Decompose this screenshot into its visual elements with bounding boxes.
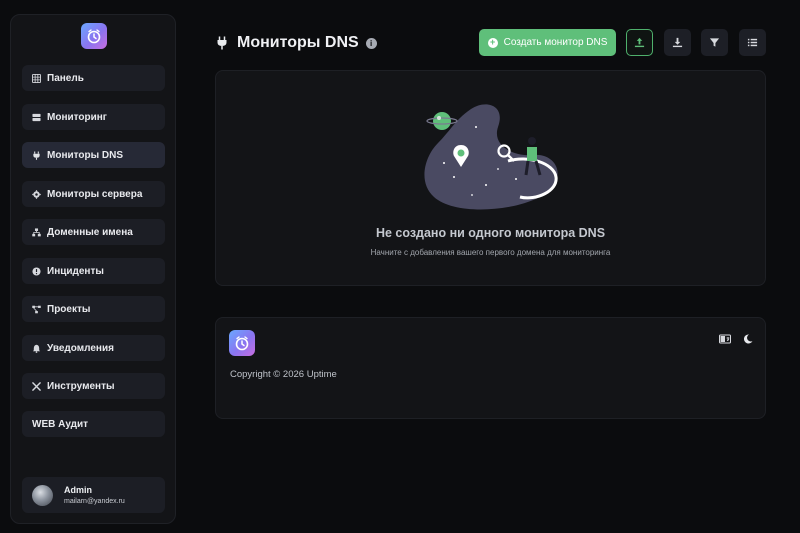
list-view-button[interactable] [739, 29, 766, 56]
sidebar-item-projects[interactable]: Проекты [22, 296, 165, 322]
clock-logo-icon [235, 336, 249, 351]
empty-state-panel: Не создано ни одного монитора DNS Начнит… [215, 70, 766, 286]
sidebar-item-label: Мониторы DNS [47, 149, 124, 161]
filter-icon [709, 38, 720, 47]
server-icon [32, 113, 41, 122]
sidebar-item-web-audit[interactable]: WEB Аудит [22, 411, 165, 437]
create-button-label: Создать монитор DNS [503, 37, 608, 48]
empty-state-illustration [424, 104, 558, 210]
plug-icon [32, 150, 41, 160]
user-name: Admin [64, 485, 92, 495]
sidebar-item-label: Мониторинг [47, 111, 107, 123]
sidebar-item-label: Доменные имена [47, 226, 133, 238]
empty-state-subtitle: Начните с добавления вашего первого доме… [370, 248, 611, 257]
plug-icon [217, 36, 227, 50]
sidebar-item-label: Мониторы сервера [47, 188, 143, 200]
sidebar-item-label: Инциденты [47, 265, 104, 277]
sidebar-item-notifications[interactable]: Уведомления [22, 335, 165, 361]
avatar [32, 484, 53, 506]
plus-circle-icon: + [487, 37, 498, 48]
filter-button[interactable] [701, 29, 728, 56]
bell-icon [32, 344, 41, 353]
sitemap-icon [32, 227, 41, 237]
sidebar-item-label: Уведомления [47, 342, 114, 354]
sidebar-item-dashboard[interactable]: Панель [22, 65, 165, 91]
sidebar-item-label: Инструменты [47, 380, 115, 392]
download-icon [672, 37, 683, 48]
list-icon [747, 38, 758, 47]
footer: Copyright © 2026 Uptime [215, 317, 766, 419]
sidebar-item-label: Проекты [47, 303, 91, 315]
create-dns-monitor-button[interactable]: + Создать монитор DNS [479, 29, 616, 56]
page-header: Мониторы DNS i [216, 34, 377, 52]
app-logo[interactable] [81, 23, 107, 49]
sidebar-item-monitoring[interactable]: Мониторинг [22, 104, 165, 130]
user-email: mailarn@yandex.ru [64, 498, 125, 505]
sidebar-item-domains[interactable]: Доменные имена [22, 219, 165, 245]
language-icon[interactable] [719, 334, 731, 344]
footer-logo[interactable] [229, 330, 255, 356]
moon-icon[interactable] [742, 334, 754, 344]
gear-icon [32, 189, 41, 199]
page-title: Мониторы DNS [237, 34, 359, 51]
upload-button[interactable] [626, 29, 653, 56]
sidebar: Панель Мониторинг Мониторы DNS Мониторы … [10, 14, 176, 524]
copyright-text: Copyright © 2026 Uptime [230, 369, 337, 380]
info-icon[interactable]: i [365, 37, 377, 49]
sidebar-item-server-monitors[interactable]: Мониторы сервера [22, 181, 165, 207]
sidebar-item-incidents[interactable]: Инциденты [22, 258, 165, 284]
sidebar-item-dns-monitors[interactable]: Мониторы DNS [22, 142, 165, 168]
user-profile[interactable]: Admin mailarn@yandex.ru [22, 477, 165, 513]
clock-logo-icon [87, 29, 101, 44]
sidebar-item-tools[interactable]: Инструменты [22, 373, 165, 399]
alert-icon [32, 266, 41, 276]
empty-state-title: Не создано ни одного монитора DNS [375, 226, 606, 240]
download-button[interactable] [664, 29, 691, 56]
upload-icon [634, 37, 645, 48]
grid-icon [32, 73, 41, 83]
project-diagram-icon [32, 305, 41, 314]
tools-icon [32, 381, 41, 391]
sidebar-item-label: WEB Аудит [32, 418, 89, 430]
sidebar-item-label: Панель [47, 72, 84, 84]
